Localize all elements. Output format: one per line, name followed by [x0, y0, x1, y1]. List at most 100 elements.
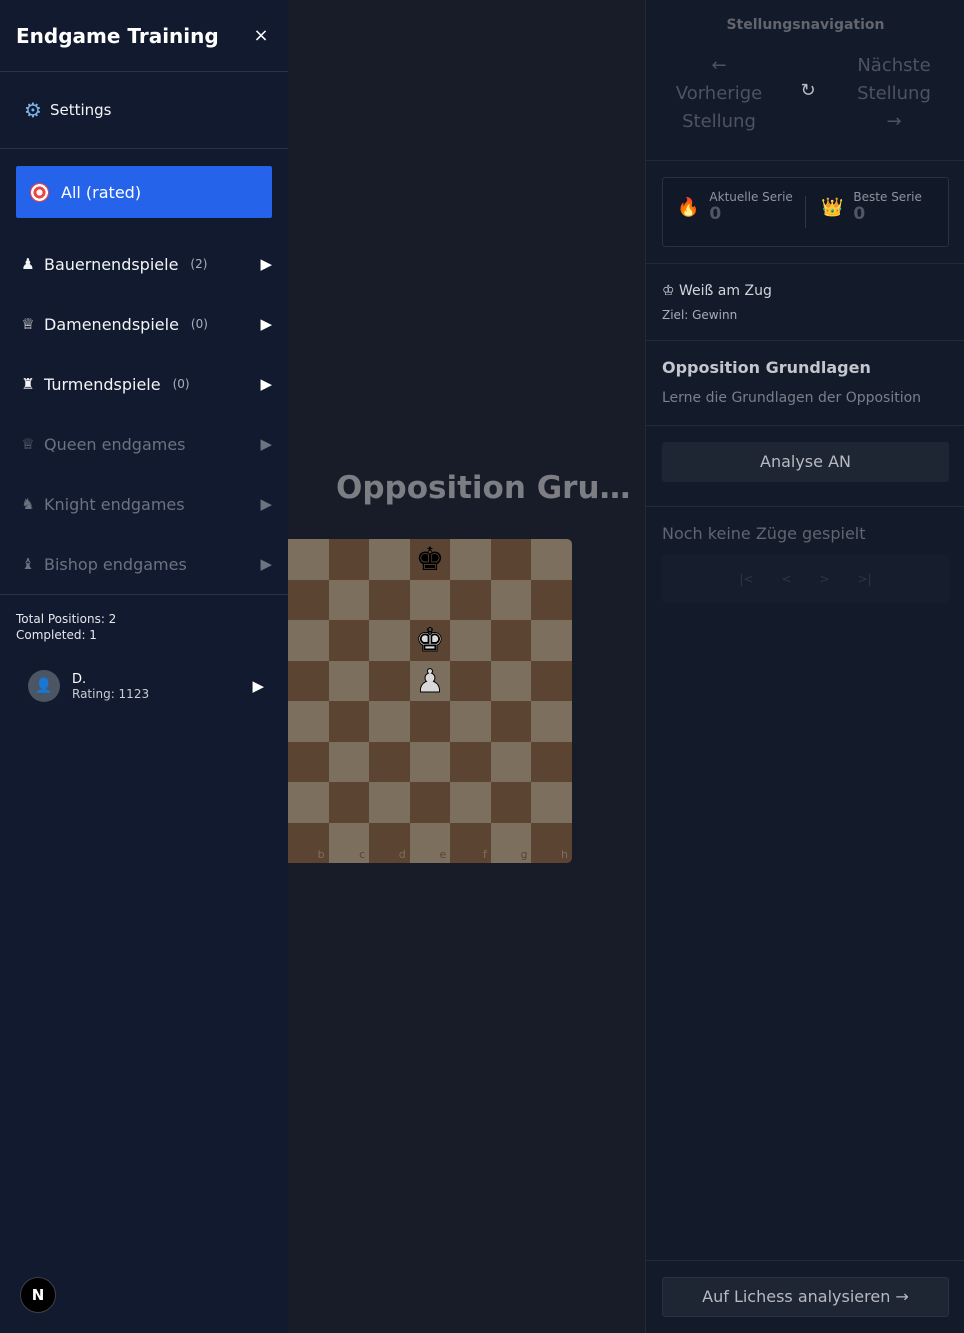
square-g2[interactable]	[490, 782, 532, 823]
square-g3[interactable]	[490, 741, 532, 782]
category-pawn-endgames[interactable]: ♟ Bauernendspiele (2) ▶	[0, 244, 288, 284]
square-h6[interactable]	[531, 620, 572, 661]
expand-arrow-icon[interactable]: ▶	[260, 315, 272, 333]
square-e1[interactable]: e	[409, 822, 451, 863]
square-c7[interactable]	[328, 579, 370, 620]
divider	[646, 340, 964, 341]
square-d8[interactable]	[369, 539, 410, 580]
square-d3[interactable]	[369, 741, 410, 782]
close-icon[interactable]: ×	[250, 25, 272, 46]
square-e3[interactable]	[409, 741, 451, 782]
category-bishop-endgames[interactable]: ♝ Bishop endgames ▶	[0, 544, 288, 584]
rook-icon: ♜	[21, 375, 35, 393]
category-queen-endgames[interactable]: ♕ Queen endgames ▶	[0, 424, 288, 464]
square-f3[interactable]	[450, 741, 491, 782]
first-move-icon[interactable]: |<	[739, 572, 753, 586]
square-d7[interactable]	[369, 579, 410, 620]
analysis-toggle-button[interactable]: Analyse AN	[662, 442, 949, 482]
expand-arrow-icon[interactable]: ▶	[260, 435, 272, 453]
square-c3[interactable]	[328, 741, 370, 782]
expand-arrow-icon[interactable]: ▶	[260, 555, 272, 573]
crown-icon: 👑	[821, 196, 844, 218]
next-move-icon[interactable]: >	[820, 572, 830, 586]
square-b5[interactable]	[288, 660, 329, 701]
square-c4[interactable]	[328, 701, 370, 742]
white-piece-e5[interactable]: ♟	[415, 664, 445, 697]
square-d4[interactable]	[369, 701, 410, 742]
square-e4[interactable]	[409, 701, 451, 742]
category-queen-endgames-de[interactable]: ♕ Damenendspiele (0) ▶	[0, 304, 288, 344]
square-c1[interactable]: c	[328, 822, 370, 863]
move-navigation: |< < > >|	[662, 555, 949, 603]
square-f4[interactable]	[450, 701, 491, 742]
file-label: b	[317, 848, 325, 861]
category-all-rated[interactable]: All (rated)	[16, 166, 272, 218]
square-h7[interactable]	[531, 579, 572, 620]
square-f8[interactable]	[450, 539, 491, 580]
black-piece-e8[interactable]: ♚	[416, 543, 445, 575]
category-knight-endgames[interactable]: ♞ Knight endgames ▶	[0, 484, 288, 524]
square-e6[interactable]: ♚	[409, 620, 451, 661]
right-panel: Stellungsnavigation ← Vorherige Stellung…	[645, 0, 964, 1333]
category-count: (0)	[172, 377, 190, 391]
square-e2[interactable]	[409, 782, 451, 823]
square-b6[interactable]	[288, 620, 329, 661]
square-c6[interactable]	[328, 620, 370, 661]
chess-board[interactable]: ♚ ♚ ♟ b c d e f g h	[288, 539, 572, 863]
square-f1[interactable]: f	[450, 822, 491, 863]
square-c5[interactable]	[328, 660, 370, 701]
lichess-analyze-button[interactable]: Auf Lichess analysieren →	[662, 1277, 949, 1317]
square-d1[interactable]: d	[369, 822, 410, 863]
square-b4[interactable]	[288, 701, 329, 742]
expand-arrow-icon[interactable]: ▶	[260, 375, 272, 393]
square-b8[interactable]	[288, 539, 329, 580]
square-b3[interactable]	[288, 741, 329, 782]
settings-link[interactable]: ⚙ Settings	[0, 72, 288, 149]
square-f6[interactable]	[450, 620, 491, 661]
square-g1[interactable]: g	[490, 822, 532, 863]
square-h4[interactable]	[531, 701, 572, 742]
divider	[646, 263, 964, 264]
last-move-icon[interactable]: >|	[858, 572, 872, 586]
expand-arrow-icon[interactable]: ▶	[252, 677, 264, 695]
user-icon: 👤	[35, 678, 53, 694]
category-rook-endgames[interactable]: ♜ Turmendspiele (0) ▶	[0, 364, 288, 404]
square-e7[interactable]	[409, 579, 451, 620]
square-h5[interactable]	[531, 660, 572, 701]
square-d5[interactable]	[369, 660, 410, 701]
white-piece-e6[interactable]: ♚	[415, 624, 445, 657]
previous-move-icon[interactable]: <	[781, 572, 791, 586]
n-badge-icon[interactable]: N	[20, 1277, 56, 1313]
square-g4[interactable]	[490, 701, 532, 742]
square-d6[interactable]	[369, 620, 410, 661]
next-position-button[interactable]: Nächste Stellung →	[839, 52, 949, 136]
square-f7[interactable]	[450, 579, 491, 620]
square-h8[interactable]	[531, 539, 572, 580]
square-g7[interactable]	[490, 579, 532, 620]
square-g8[interactable]	[490, 539, 532, 580]
square-f2[interactable]	[450, 782, 491, 823]
square-b2[interactable]	[288, 782, 329, 823]
expand-arrow-icon[interactable]: ▶	[260, 255, 272, 273]
square-e8[interactable]: ♚	[409, 539, 451, 580]
bishop-icon: ♝	[21, 555, 35, 573]
square-f5[interactable]	[450, 660, 491, 701]
square-h1[interactable]: h	[531, 822, 572, 863]
expand-arrow-icon[interactable]: ▶	[260, 495, 272, 513]
square-c8[interactable]	[328, 539, 370, 580]
square-b7[interactable]	[288, 579, 329, 620]
file-label: g	[520, 848, 528, 861]
board-grid: ♚ ♚ ♟ b c d e f g h	[288, 539, 572, 863]
square-g5[interactable]	[490, 660, 532, 701]
category-label: Knight endgames	[44, 494, 185, 514]
user-profile[interactable]: 👤 D. Rating: 1123 ▶	[28, 668, 264, 704]
previous-position-button[interactable]: ← Vorherige Stellung	[664, 52, 774, 136]
square-b1[interactable]: b	[288, 822, 329, 863]
square-g6[interactable]	[490, 620, 532, 661]
square-h3[interactable]	[531, 741, 572, 782]
square-d2[interactable]	[369, 782, 410, 823]
reset-icon[interactable]: ↻	[796, 80, 820, 101]
square-e5[interactable]: ♟	[409, 660, 451, 701]
square-h2[interactable]	[531, 782, 572, 823]
square-c2[interactable]	[328, 782, 370, 823]
